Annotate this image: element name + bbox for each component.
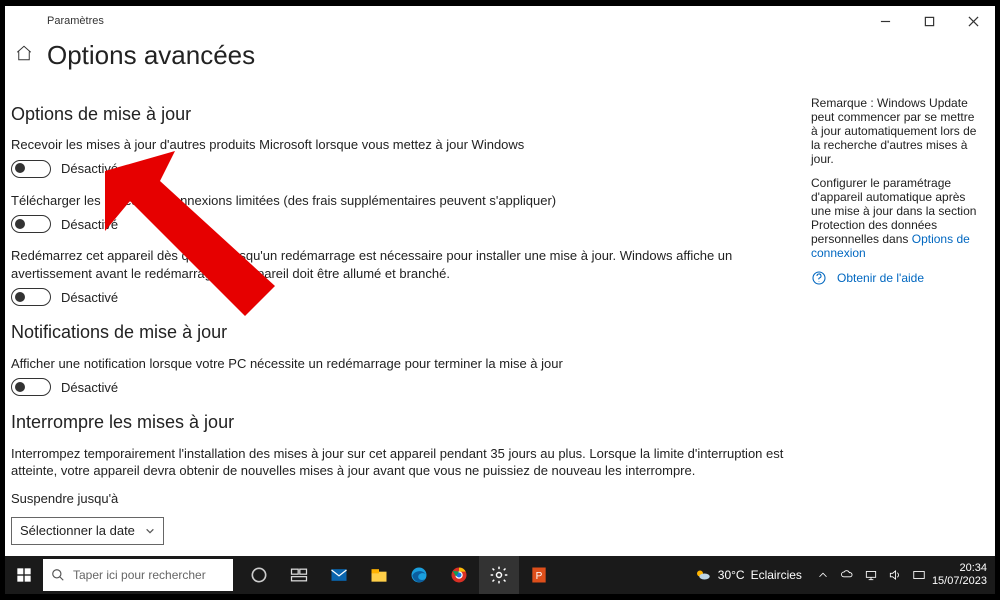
weather-icon — [694, 566, 712, 584]
toggle-state: Désactivé — [61, 379, 118, 397]
onedrive-icon — [840, 568, 854, 582]
titlebar: Paramètres — [5, 6, 995, 36]
help-icon — [811, 270, 827, 286]
suspend-until-label: Suspendre jusqu'à — [11, 490, 793, 508]
page-title: Options avancées — [47, 40, 255, 71]
task-view-icon[interactable] — [279, 556, 319, 594]
app-name: Paramètres — [47, 15, 104, 27]
network-icon — [864, 568, 878, 582]
cortana-icon[interactable] — [239, 556, 279, 594]
start-button[interactable] — [5, 556, 43, 594]
option-metered-download: Télécharger les mises des connexions lim… — [11, 192, 793, 234]
toggle-auto-restart[interactable] — [11, 288, 51, 306]
home-icon[interactable] — [15, 44, 33, 67]
weather-widget[interactable]: 30°C Eclaircies — [694, 566, 802, 584]
toggle-metered-download[interactable] — [11, 215, 51, 233]
suspend-date-select[interactable]: Sélectionner la date — [11, 517, 164, 545]
app-icon[interactable]: P — [519, 556, 559, 594]
option-auto-restart: Redémarrez cet appareil dès que po lorsq… — [11, 247, 793, 306]
edge-icon[interactable] — [399, 556, 439, 594]
option-label: Redémarrez cet appareil dès que po lorsq… — [11, 247, 793, 282]
chevron-down-icon — [145, 526, 155, 536]
language-icon — [912, 568, 926, 582]
weather-desc: Eclaircies — [751, 568, 802, 582]
sidebar-note: Remarque : Windows Update peut commencer… — [811, 96, 979, 166]
option-label: Afficher une notification lorsque votre … — [11, 355, 793, 373]
file-explorer-icon[interactable] — [359, 556, 399, 594]
select-placeholder: Sélectionner la date — [20, 522, 135, 540]
toggle-state: Désactivé — [61, 216, 118, 234]
taskbar-clock[interactable]: 20:34 15/07/2023 — [932, 562, 987, 587]
page-header: Options avancées — [5, 36, 995, 83]
taskbar-search[interactable]: Taper ici pour rechercher — [43, 559, 233, 591]
option-restart-notification: Afficher une notification lorsque votre … — [11, 355, 793, 397]
section-heading-pause: Interrompre les mises à jour — [11, 410, 793, 434]
pause-description: Interrompez temporairement l'installatio… — [11, 445, 793, 480]
svg-text:P: P — [536, 571, 543, 582]
toggle-receive-other-products[interactable] — [11, 160, 51, 178]
search-placeholder: Taper ici pour rechercher — [73, 568, 206, 582]
clock-time: 20:34 — [932, 562, 987, 575]
option-receive-other-products: Recevoir les mises à jour d'autres produ… — [11, 136, 793, 178]
close-button[interactable] — [951, 6, 995, 36]
link-get-help[interactable]: Obtenir de l'aide — [837, 271, 924, 285]
minimize-button[interactable] — [863, 6, 907, 36]
toggle-state: Désactivé — [61, 289, 118, 307]
section-heading-notifications: Notifications de mise à jour — [11, 320, 793, 344]
mail-icon[interactable] — [319, 556, 359, 594]
toggle-restart-notification[interactable] — [11, 378, 51, 396]
weather-temp: 30°C — [718, 568, 745, 582]
clock-date: 15/07/2023 — [932, 575, 987, 588]
side-panel: Remarque : Windows Update peut commencer… — [805, 96, 985, 594]
section-heading-update-options: Options de mise à jour — [11, 102, 793, 126]
main-panel: Options de mise à jour Recevoir les mise… — [5, 96, 805, 594]
option-label: Télécharger les mises des connexions lim… — [11, 192, 793, 210]
search-icon — [51, 568, 65, 582]
system-tray[interactable] — [816, 568, 926, 582]
maximize-button[interactable] — [907, 6, 951, 36]
taskbar: Taper ici pour rechercher P 30°C Eclairc… — [5, 556, 995, 594]
chrome-icon[interactable] — [439, 556, 479, 594]
volume-icon — [888, 568, 902, 582]
sidebar-config: Configurer le paramétrage d'appareil aut… — [811, 176, 979, 260]
option-label: Recevoir les mises à jour d'autres produ… — [11, 136, 793, 154]
chevron-up-icon — [816, 568, 830, 582]
toggle-state: Désactivé — [61, 160, 118, 178]
settings-icon[interactable] — [479, 556, 519, 594]
